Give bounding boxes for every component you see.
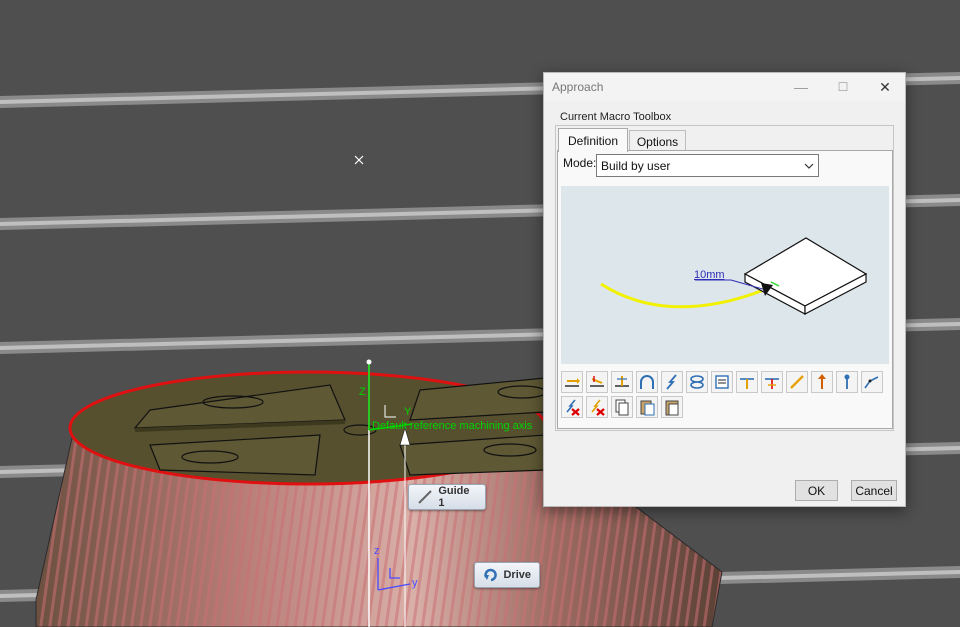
maximize-icon[interactable]: ☐ <box>823 73 863 101</box>
polyline-icon[interactable] <box>861 371 883 393</box>
circular-motion-icon[interactable] <box>636 371 658 393</box>
dialog-title: Approach <box>552 80 604 94</box>
tangent-motion-icon[interactable] <box>561 371 583 393</box>
tab-definition[interactable]: Definition <box>558 128 628 152</box>
guide-label[interactable]: Guide 1 <box>408 484 486 510</box>
approach-dialog: Approach — ☐ ✕ Current Macro Toolbox Def… <box>543 72 906 507</box>
definition-panel: Mode: Build by user 10mm <box>557 150 893 429</box>
up-axis-icon[interactable] <box>811 371 833 393</box>
axial-motion-icon[interactable] <box>611 371 633 393</box>
plane-axis-icon[interactable] <box>761 371 783 393</box>
remove-all-icon[interactable] <box>586 396 608 418</box>
remove-motion-icon[interactable] <box>561 396 583 418</box>
mode-label: Mode: <box>563 156 597 170</box>
drive-rotate-icon <box>484 568 497 582</box>
copy-icon[interactable] <box>611 396 633 418</box>
close-icon[interactable]: ✕ <box>865 73 905 101</box>
guide-label-text: Guide 1 <box>438 485 470 509</box>
mode-select[interactable]: Build by user <box>596 154 819 177</box>
mode-select-value: Build by user <box>601 158 671 173</box>
paste-icon[interactable] <box>636 396 658 418</box>
approach-sketch <box>600 237 868 315</box>
plane-normal-icon[interactable] <box>736 371 758 393</box>
dialog-titlebar[interactable]: Approach — ☐ ✕ <box>544 73 905 101</box>
tab-definition-label: Definition <box>567 133 619 148</box>
triad-z-label: z <box>374 545 380 557</box>
ramping-motion-icon[interactable] <box>661 371 683 393</box>
chevron-down-icon <box>804 163 814 169</box>
normal-motion-icon[interactable] <box>586 371 608 393</box>
axis-z-label: Z <box>359 386 366 398</box>
triad-y-label: y <box>412 577 418 589</box>
helix-motion-icon[interactable] <box>686 371 708 393</box>
text-motion-icon[interactable] <box>711 371 733 393</box>
point-axis-icon[interactable] <box>836 371 858 393</box>
tab-options-label: Options <box>636 134 679 149</box>
minimize-icon[interactable]: — <box>781 73 821 101</box>
axis-y-label: Y <box>404 406 412 418</box>
approach-preview: 10mm <box>561 186 889 364</box>
drive-label-text: Drive <box>503 569 531 581</box>
cancel-button[interactable]: Cancel <box>851 480 897 501</box>
clipboard-icon[interactable] <box>661 396 683 418</box>
dimension-label: 10mm <box>694 269 725 281</box>
ok-button[interactable]: OK <box>795 480 838 501</box>
line-motion-icon[interactable] <box>786 371 808 393</box>
tab-options[interactable]: Options <box>629 130 686 152</box>
guide-curve-icon <box>418 490 432 504</box>
drive-label[interactable]: Drive <box>474 562 540 588</box>
macro-toolbox-label: Current Macro Toolbox <box>558 111 674 123</box>
reference-axis-label: Default reference machining axis <box>372 420 533 432</box>
